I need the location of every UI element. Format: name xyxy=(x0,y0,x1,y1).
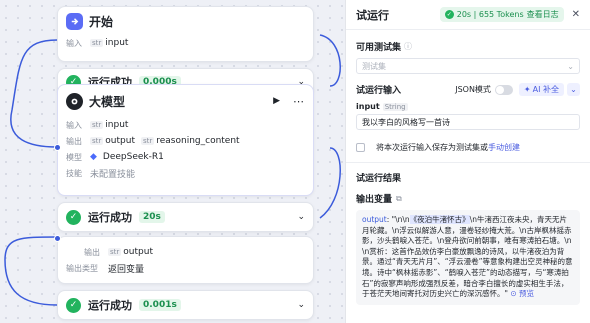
sparkle-icon: ✦ xyxy=(523,85,531,94)
deepseek-logo-icon: ◆ xyxy=(90,152,97,162)
success-check-icon: ✓ xyxy=(66,209,81,225)
llm-node[interactable]: 大模型 ▶ ⋯ 输入 str input 输出 str output str reas… xyxy=(54,84,314,196)
llm-model-row: 模型 ◆ DeepSeek-R1 xyxy=(66,152,164,162)
llm-input-row: 输入 str input xyxy=(66,120,129,130)
info-icon: ⓘ xyxy=(404,42,413,51)
result-title: 试运行结果 xyxy=(356,174,402,184)
test-run-panel: 试运行 ✓ 20s | 655 Tokens 查看日志 ✕ 可用测试集 ⓘ 测试… xyxy=(345,0,590,323)
edge-llm-to-end xyxy=(4,236,58,306)
manual-create-link[interactable]: 手动创建 xyxy=(488,142,520,153)
input-variable-tag: str input xyxy=(90,38,129,48)
start-node-title: 开始 xyxy=(89,14,114,29)
start-node[interactable]: 开始 输入 str input xyxy=(57,6,314,62)
edge-start-to-llm xyxy=(10,39,58,148)
llm-status-card[interactable]: ✓ 运行成功 20s ⌄ xyxy=(57,202,314,232)
output-var-label: 输出变量 xyxy=(356,195,393,205)
start-icon xyxy=(66,12,83,30)
output-details-card: 输出 str output 输出类型 返回变量 xyxy=(54,235,314,284)
result-output: output: "\n\n《夜泊牛渚怀古》\n牛渚西江夜未央，青天无片月轮藏。\… xyxy=(356,210,580,305)
var-name: input xyxy=(356,102,380,111)
ai-complete-button[interactable]: ✦ AI 补全 xyxy=(518,83,564,96)
json-mode-toggle[interactable] xyxy=(494,84,513,95)
model-name: DeepSeek-R1 xyxy=(102,152,164,162)
chevron-down-icon[interactable]: ⌄ xyxy=(297,300,305,310)
skill-value: 未配置技能 xyxy=(90,169,136,180)
chevron-down-icon[interactable]: ⌄ xyxy=(297,212,305,222)
end-status-card[interactable]: ✓ 运行成功 0.001s ⌄ xyxy=(57,290,314,320)
llm-skill-row: 技能 未配置技能 xyxy=(66,168,136,180)
close-icon[interactable]: ✕ xyxy=(572,9,580,20)
preview-link[interactable]: ⊙ 预览 xyxy=(510,289,534,298)
var-type: String xyxy=(382,102,408,111)
workflow-canvas[interactable]: 开始 输入 str input ✓ 运行成功 0.000s ⌄ 大模型 ▶ ⋯ 输… xyxy=(0,0,345,323)
llm-input-port[interactable] xyxy=(54,144,61,151)
success-check-icon: ✓ xyxy=(66,297,81,313)
ai-options-dropdown[interactable]: ⌄ xyxy=(567,83,580,96)
save-testset-checkbox[interactable] xyxy=(356,143,365,152)
output-port[interactable] xyxy=(54,235,61,242)
panel-header: 试运行 ✓ 20s | 655 Tokens 查看日志 ✕ xyxy=(346,0,590,30)
llm-node-title: 大模型 xyxy=(89,94,126,109)
testset-select[interactable]: 测试集 ⌄ xyxy=(356,58,580,74)
testset-label: 可用测试集 xyxy=(356,43,402,53)
edge-llm-right xyxy=(319,147,341,219)
edge-top-right xyxy=(319,34,341,87)
test-input-label: 试运行输入 xyxy=(356,86,402,96)
run-summary-badge: ✓ 20s | 655 Tokens 查看日志 xyxy=(439,7,564,22)
input-field[interactable]: 我以李白的风格写一首诗 xyxy=(356,114,580,130)
panel-title: 试运行 xyxy=(356,8,389,22)
chevron-down-icon: ⌄ xyxy=(567,61,574,71)
start-input-row: 输入 str input xyxy=(66,38,129,48)
play-icon[interactable]: ▶ xyxy=(273,96,280,106)
view-log-link[interactable]: 查看日志 xyxy=(527,9,559,20)
success-check-icon: ✓ xyxy=(444,10,454,19)
llm-icon xyxy=(66,92,83,110)
llm-output-row: 输出 str output str reasoning_content xyxy=(66,136,240,146)
more-icon[interactable]: ⋯ xyxy=(293,95,305,108)
copy-icon[interactable]: ⧉ xyxy=(396,194,402,204)
